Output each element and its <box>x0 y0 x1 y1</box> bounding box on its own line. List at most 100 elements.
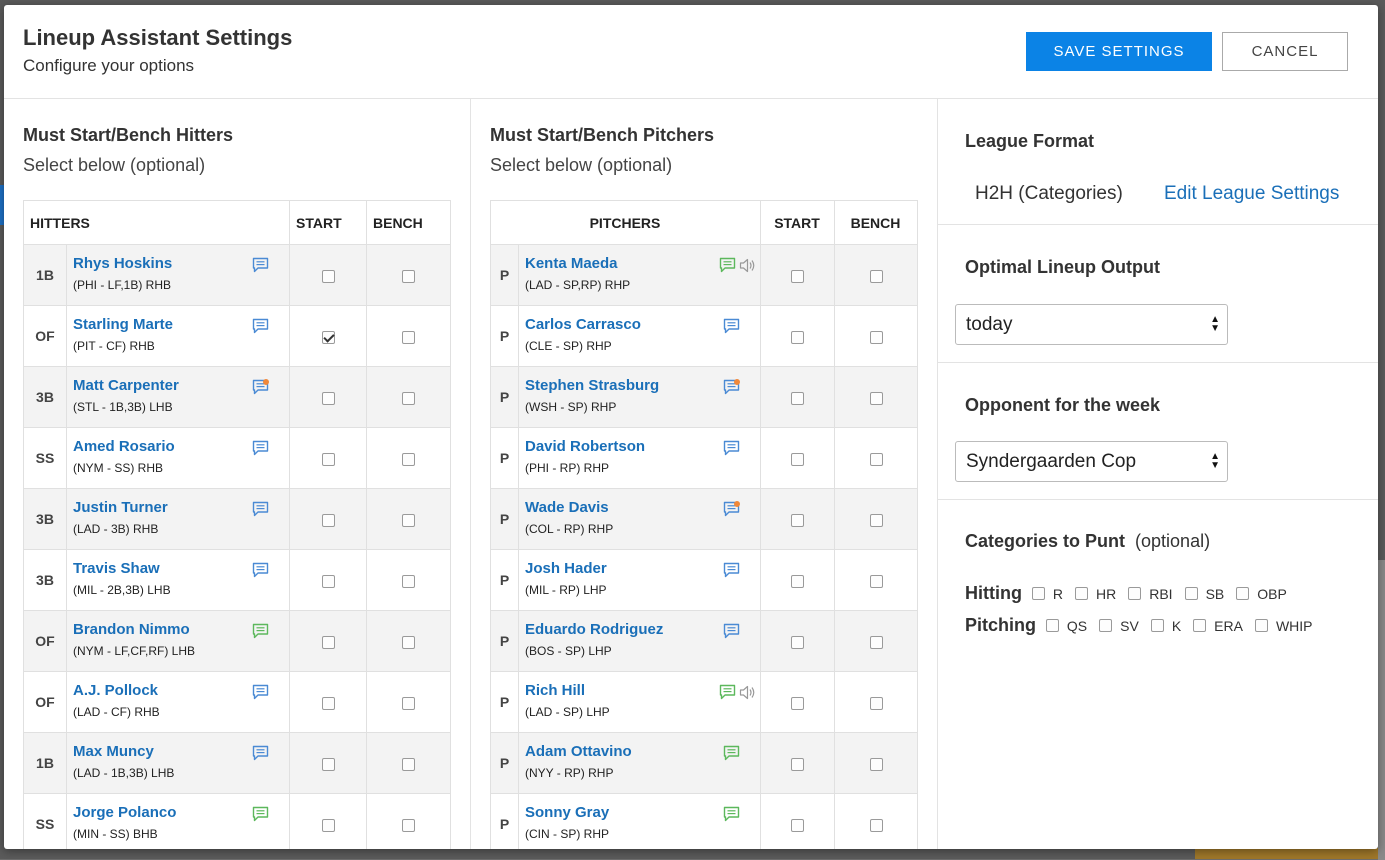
bench-checkbox[interactable] <box>402 696 415 710</box>
start-checkbox[interactable] <box>791 757 804 771</box>
bench-checkbox[interactable] <box>869 574 883 588</box>
punt-hitting-row: Hitting R HR RBI SB OBP <box>965 583 1299 604</box>
bench-checkbox[interactable] <box>869 818 883 832</box>
position-label: SS <box>23 793 67 849</box>
cancel-button[interactable]: CANCEL <box>1222 32 1348 71</box>
player-info: (LAD - 3B) RHB <box>73 522 159 536</box>
audio-icon[interactable] <box>739 685 756 700</box>
audio-icon[interactable] <box>739 258 756 273</box>
player-note-icon[interactable] <box>252 623 269 639</box>
punt-qs-checkbox[interactable] <box>1045 619 1059 632</box>
bench-cell <box>366 732 451 794</box>
start-checkbox[interactable] <box>321 574 335 588</box>
punt-whip-checkbox[interactable] <box>1254 619 1268 632</box>
start-checkbox[interactable] <box>791 635 804 649</box>
player-note-icon[interactable] <box>723 745 740 761</box>
start-checkbox[interactable] <box>791 269 804 283</box>
bench-checkbox[interactable] <box>402 391 415 405</box>
player-note-icon[interactable] <box>723 806 740 822</box>
edit-league-settings-link[interactable]: Edit League Settings <box>1164 183 1339 205</box>
player-note-icon[interactable] <box>252 318 269 334</box>
start-checkbox[interactable] <box>791 574 804 588</box>
bench-checkbox[interactable] <box>402 452 415 466</box>
select-arrows-icon: ▲ ▼ <box>1210 314 1220 334</box>
position-label: 3B <box>23 549 67 611</box>
start-checkbox[interactable] <box>321 452 335 466</box>
punt-rbi-checkbox[interactable] <box>1128 587 1142 600</box>
player-note-icon[interactable] <box>723 623 740 639</box>
punt-obp-checkbox[interactable] <box>1236 587 1250 600</box>
start-checkbox[interactable] <box>791 513 804 527</box>
punt-title-text: Categories to Punt <box>965 531 1126 551</box>
bench-checkbox[interactable] <box>402 269 415 283</box>
player-note-icon[interactable] <box>252 745 269 761</box>
player-info: (CIN - SP) RHP <box>525 827 609 841</box>
player-note-icon[interactable] <box>723 501 740 517</box>
player-note-icon[interactable] <box>719 684 736 700</box>
column-header-start: START <box>289 200 367 245</box>
player-info: (PIT - CF) RHB <box>73 339 155 353</box>
start-checkbox[interactable] <box>321 757 335 771</box>
punt-k-checkbox[interactable] <box>1150 619 1164 632</box>
player-note-icon[interactable] <box>252 440 269 456</box>
start-checkbox[interactable] <box>321 269 335 283</box>
opponent-select[interactable]: Syndergaarden Cop ▲ ▼ <box>955 441 1228 482</box>
bench-checkbox[interactable] <box>869 269 883 283</box>
optimal-output-select[interactable]: today ▲ ▼ <box>955 304 1228 345</box>
start-checkbox[interactable] <box>321 330 335 344</box>
bench-checkbox[interactable] <box>402 513 415 527</box>
bench-checkbox[interactable] <box>402 574 415 588</box>
start-checkbox[interactable] <box>321 818 335 832</box>
bench-checkbox[interactable] <box>402 818 415 832</box>
bench-checkbox[interactable] <box>869 330 883 344</box>
bench-checkbox[interactable] <box>869 757 883 771</box>
start-checkbox[interactable] <box>321 513 335 527</box>
start-checkbox[interactable] <box>791 452 804 466</box>
player-note-icon[interactable] <box>252 379 269 395</box>
player-note-icon[interactable] <box>719 257 736 273</box>
player-note-icon[interactable] <box>723 379 740 395</box>
player-info: (NYY - RP) RHP <box>525 766 614 780</box>
background-accent-bottom <box>1195 848 1385 859</box>
table-row: 3B Justin Turner (LAD - 3B) RHB <box>23 488 451 550</box>
player-note-icon[interactable] <box>723 318 740 334</box>
punt-sv-checkbox[interactable] <box>1099 619 1113 632</box>
start-checkbox[interactable] <box>791 818 804 832</box>
punt-r-checkbox[interactable] <box>1031 587 1045 600</box>
punt-sb-checkbox[interactable] <box>1184 587 1198 600</box>
start-cell <box>289 244 367 306</box>
table-row: SS Amed Rosario (NYM - SS) RHB <box>23 427 451 489</box>
player-note-icon[interactable] <box>252 806 269 822</box>
punt-category-label: OBP <box>1257 585 1287 602</box>
bench-checkbox[interactable] <box>402 635 415 649</box>
start-checkbox[interactable] <box>321 696 335 710</box>
bench-checkbox[interactable] <box>869 452 883 466</box>
start-checkbox[interactable] <box>791 391 804 405</box>
bench-checkbox[interactable] <box>402 757 415 771</box>
start-checkbox[interactable] <box>321 391 335 405</box>
league-format-title: League Format <box>965 131 1095 151</box>
league-format-block: League Format H2H (Categories) Edit Leag… <box>938 99 1378 225</box>
start-checkbox[interactable] <box>791 330 804 344</box>
bench-cell <box>366 549 451 611</box>
bench-checkbox[interactable] <box>869 635 883 649</box>
start-checkbox[interactable] <box>321 635 335 649</box>
modal-title: Lineup Assistant Settings <box>23 25 293 50</box>
bench-checkbox[interactable] <box>869 513 883 527</box>
player-note-icon[interactable] <box>252 501 269 517</box>
punt-hr-checkbox[interactable] <box>1075 587 1088 600</box>
player-note-icon[interactable] <box>252 257 269 273</box>
bench-checkbox[interactable] <box>869 391 883 405</box>
table-row: P Eduardo Rodriguez (BOS - SP) LHP <box>490 610 918 672</box>
punt-era-checkbox[interactable] <box>1193 619 1207 632</box>
player-note-icon[interactable] <box>252 684 269 700</box>
position-label: P <box>490 488 519 550</box>
player-note-icon[interactable] <box>252 562 269 578</box>
save-settings-button[interactable]: SAVE SETTINGS <box>1026 32 1212 71</box>
player-note-icon[interactable] <box>723 562 740 578</box>
table-row: P Kenta Maeda (LAD - SP,RP) RHP <box>490 244 918 306</box>
bench-checkbox[interactable] <box>869 696 883 710</box>
player-note-icon[interactable] <box>723 440 740 456</box>
bench-checkbox[interactable] <box>402 330 415 344</box>
start-checkbox[interactable] <box>791 696 804 710</box>
